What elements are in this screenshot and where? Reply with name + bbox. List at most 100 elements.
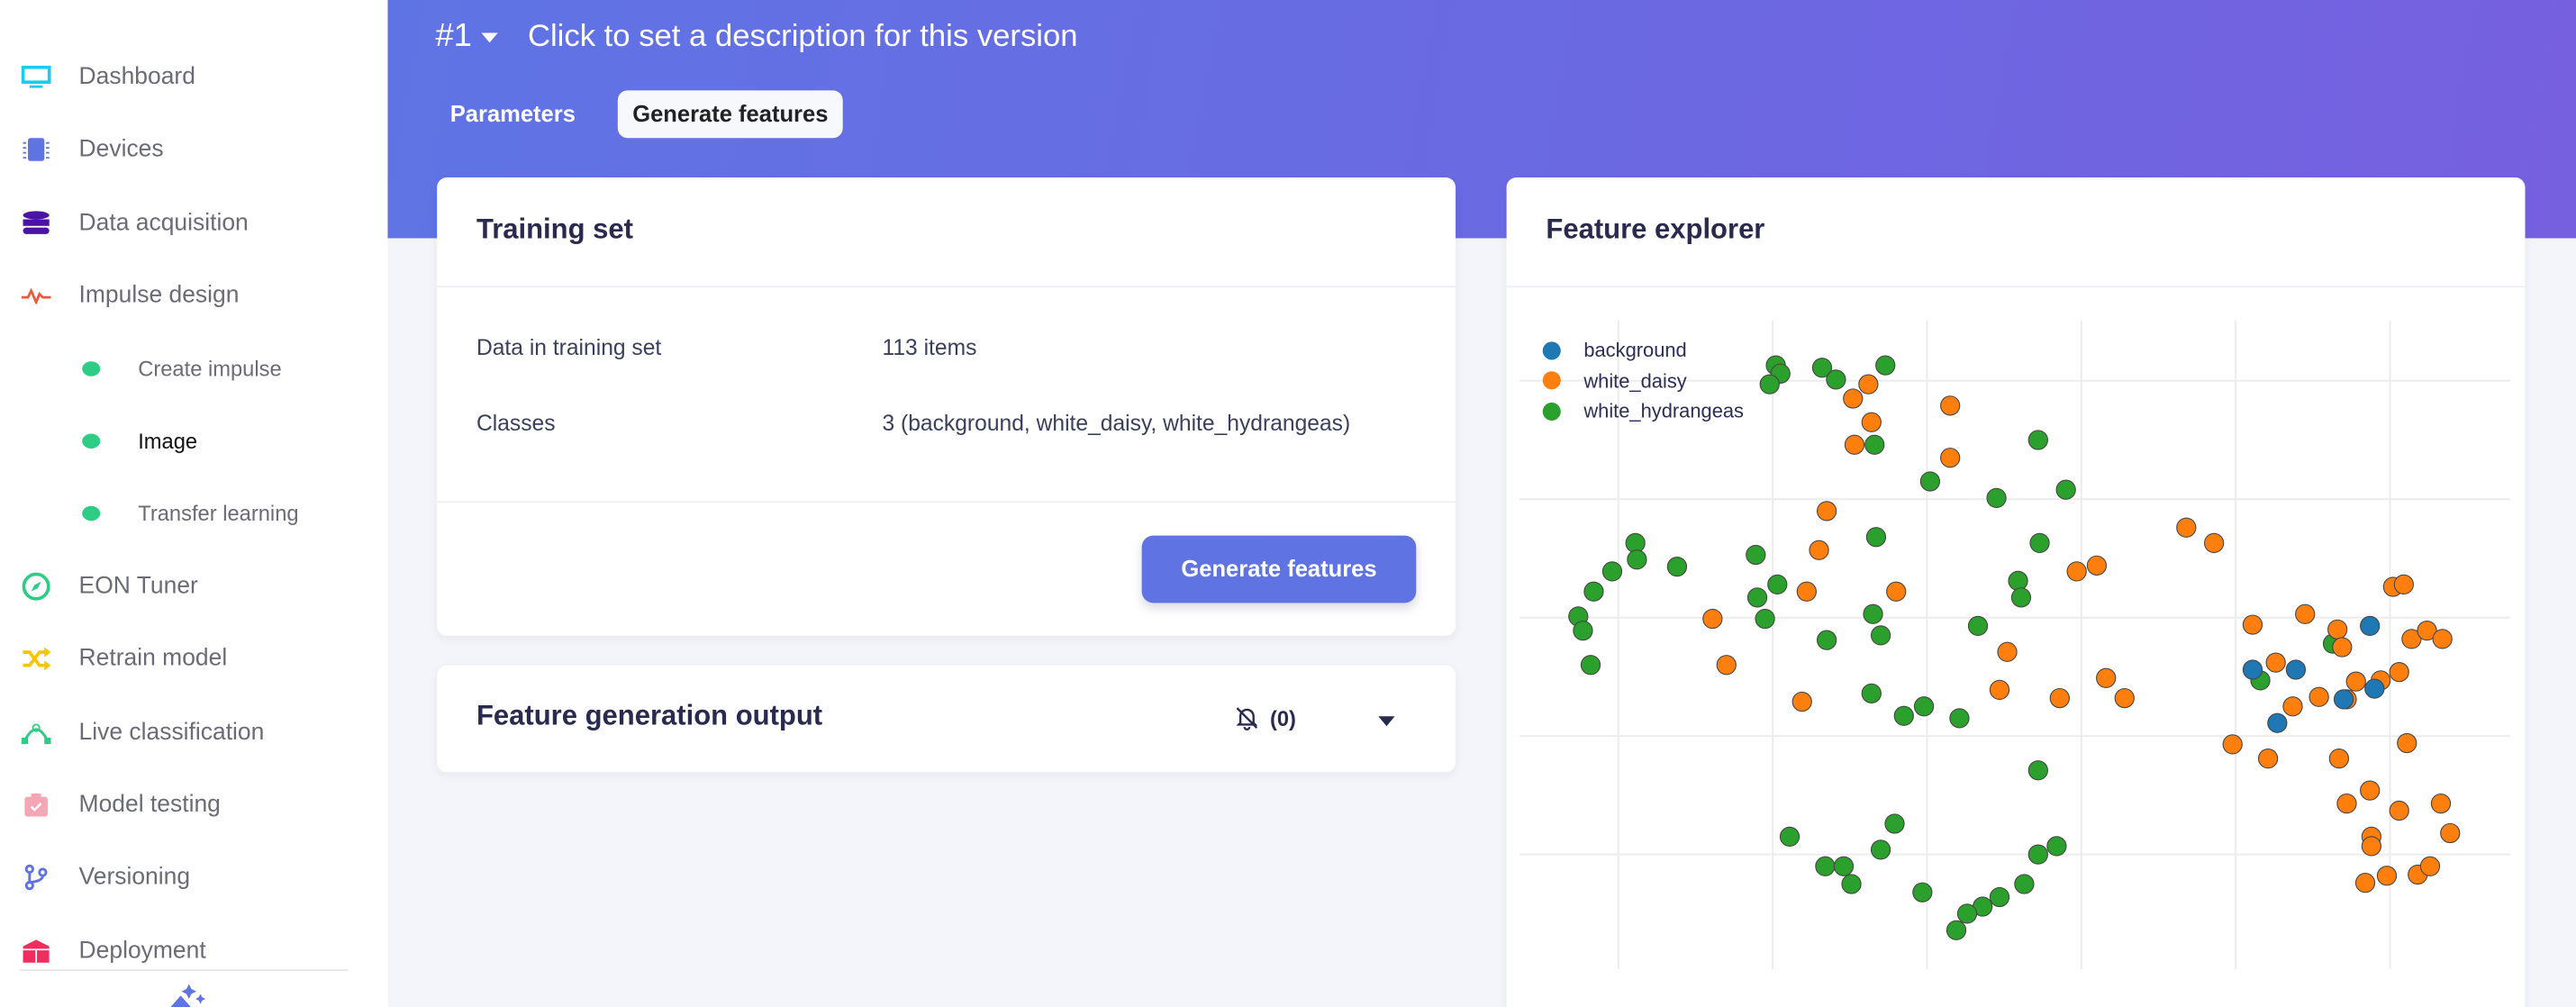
data-point-background[interactable]: [2285, 659, 2307, 680]
sidebar-item-versioning[interactable]: Versioning: [0, 845, 387, 911]
data-point-white_hydrangeas[interactable]: [1759, 374, 1780, 395]
data-point-background[interactable]: [2242, 659, 2263, 680]
data-point-white_daisy[interactable]: [2114, 687, 2135, 709]
data-point-white_hydrangeas[interactable]: [1863, 603, 1883, 624]
data-point-white_hydrangeas[interactable]: [2027, 844, 2048, 865]
data-point-white_hydrangeas[interactable]: [1870, 839, 1891, 860]
sidebar-item-data-acquisition[interactable]: Data acquisition: [0, 190, 387, 256]
data-point-white_hydrangeas[interactable]: [2010, 587, 2032, 608]
data-point-white_hydrangeas[interactable]: [1919, 471, 1941, 492]
data-point-white_daisy[interactable]: [2430, 793, 2452, 814]
data-point-white_hydrangeas[interactable]: [1666, 557, 1688, 577]
data-point-white_hydrangeas[interactable]: [1861, 683, 1882, 703]
data-point-white_daisy[interactable]: [1940, 448, 1961, 468]
data-point-white_daisy[interactable]: [2361, 836, 2382, 857]
data-point-white_hydrangeas[interactable]: [1815, 856, 1836, 876]
data-point-white_hydrangeas[interactable]: [1870, 625, 1891, 646]
data-point-white_hydrangeas[interactable]: [1580, 655, 1601, 676]
version-selector[interactable]: #1 Click to set a description for this v…: [435, 18, 1077, 56]
data-point-white_daisy[interactable]: [2066, 561, 2087, 582]
caret-down-icon[interactable]: [481, 32, 499, 42]
sidebar-item-create-impulse[interactable]: Create impulse: [0, 335, 387, 401]
tab-parameters[interactable]: Parameters: [435, 90, 590, 138]
data-point-white_hydrangeas[interactable]: [2008, 570, 2028, 592]
data-point-white_daisy[interactable]: [2327, 619, 2348, 640]
data-point-white_daisy[interactable]: [1716, 655, 1737, 676]
data-point-white_hydrangeas[interactable]: [1833, 856, 1855, 876]
data-point-white_hydrangeas[interactable]: [1989, 886, 2010, 908]
data-point-white_hydrangeas[interactable]: [1912, 882, 1933, 903]
data-point-white_daisy[interactable]: [1861, 412, 1882, 432]
data-point-white_hydrangeas[interactable]: [1816, 630, 1837, 650]
data-point-white_hydrangeas[interactable]: [1949, 708, 1970, 729]
data-point-white_hydrangeas[interactable]: [2027, 760, 2048, 781]
data-point-white_daisy[interactable]: [1886, 581, 1907, 602]
data-point-background[interactable]: [2267, 712, 2288, 733]
data-point-white_daisy[interactable]: [2419, 856, 2441, 876]
data-point-white_hydrangeas[interactable]: [1864, 434, 1885, 455]
data-point-background[interactable]: [2364, 678, 2385, 699]
data-point-white_daisy[interactable]: [1809, 540, 1829, 560]
sidebar-item-model-testing[interactable]: Model testing: [0, 772, 387, 838]
data-point-white_hydrangeas[interactable]: [1755, 608, 1775, 630]
data-point-white_hydrangeas[interactable]: [1746, 587, 1768, 608]
version-description[interactable]: Click to set a description for this vers…: [528, 19, 1078, 55]
data-point-white_hydrangeas[interactable]: [1767, 574, 1788, 594]
data-point-white_daisy[interactable]: [1702, 608, 1723, 630]
data-point-white_daisy[interactable]: [1816, 501, 1837, 522]
data-point-white_hydrangeas[interactable]: [1956, 903, 1978, 924]
data-point-white_hydrangeas[interactable]: [1573, 621, 1593, 641]
sidebar-item-transfer-learning[interactable]: Transfer learning: [0, 481, 387, 547]
data-point-white_daisy[interactable]: [1989, 679, 2010, 701]
tab-generate-features[interactable]: Generate features: [617, 90, 843, 139]
data-point-white_hydrangeas[interactable]: [1967, 615, 1989, 637]
data-point-white_hydrangeas[interactable]: [1627, 549, 1647, 570]
data-point-white_hydrangeas[interactable]: [1913, 696, 1935, 717]
data-point-white_hydrangeas[interactable]: [1841, 874, 1862, 894]
data-point-white_daisy[interactable]: [2295, 603, 2316, 624]
data-point-white_daisy[interactable]: [2176, 517, 2197, 538]
data-point-white_daisy[interactable]: [2354, 873, 2376, 894]
data-point-white_hydrangeas[interactable]: [2027, 430, 2048, 450]
legend-item[interactable]: background: [1542, 339, 1687, 361]
data-point-white_daisy[interactable]: [2389, 662, 2409, 683]
data-point-white_daisy[interactable]: [2360, 780, 2381, 801]
sidebar-item-deployment[interactable]: Deployment: [0, 918, 387, 984]
data-point-white_daisy[interactable]: [2389, 800, 2409, 821]
data-point-white_hydrangeas[interactable]: [1875, 355, 1896, 376]
data-point-white_daisy[interactable]: [1940, 395, 1961, 416]
sidebar-item-impulse-design[interactable]: Impulse design: [0, 263, 387, 329]
data-point-white_hydrangeas[interactable]: [2029, 532, 2050, 553]
data-point-white_daisy[interactable]: [2086, 555, 2108, 576]
sidebar-item-live-classification[interactable]: Live classification: [0, 699, 387, 765]
data-point-white_hydrangeas[interactable]: [1601, 561, 1623, 582]
generate-features-button[interactable]: Generate features: [1141, 535, 1417, 603]
data-point-white_daisy[interactable]: [1843, 388, 1864, 409]
sidebar-item-image[interactable]: Image: [0, 408, 387, 474]
data-point-white_daisy[interactable]: [2204, 532, 2225, 553]
legend-item[interactable]: white_hydrangeas: [1542, 399, 1744, 422]
data-point-white_daisy[interactable]: [2265, 652, 2286, 673]
version-number[interactable]: #1: [435, 18, 472, 56]
data-point-white_hydrangeas[interactable]: [1946, 920, 1967, 940]
data-point-white_daisy[interactable]: [2308, 686, 2329, 707]
data-point-white_hydrangeas[interactable]: [1583, 581, 1604, 602]
data-point-white_daisy[interactable]: [1796, 581, 1817, 602]
notifications-toggle[interactable]: (0): [1234, 704, 1296, 730]
data-point-white_daisy[interactable]: [1997, 641, 2018, 662]
data-point-white_daisy[interactable]: [2397, 732, 2417, 754]
data-point-white_daisy[interactable]: [2049, 687, 2070, 709]
data-point-white_daisy[interactable]: [1791, 691, 1812, 712]
sidebar-item-retrain-model[interactable]: Retrain model: [0, 627, 387, 693]
data-point-white_daisy[interactable]: [2096, 667, 2117, 688]
data-point-white_daisy[interactable]: [2257, 748, 2279, 769]
expand-caret-icon[interactable]: [1378, 716, 1395, 727]
data-point-white_daisy[interactable]: [2376, 866, 2398, 886]
data-point-background[interactable]: [2333, 689, 2354, 710]
data-point-white_daisy[interactable]: [2328, 748, 2350, 769]
data-point-white_daisy[interactable]: [2242, 614, 2263, 635]
data-point-white_hydrangeas[interactable]: [1779, 826, 1800, 848]
data-point-white_hydrangeas[interactable]: [1893, 705, 1914, 726]
data-point-white_hydrangeas[interactable]: [1826, 369, 1846, 390]
data-point-white_daisy[interactable]: [2432, 629, 2453, 649]
